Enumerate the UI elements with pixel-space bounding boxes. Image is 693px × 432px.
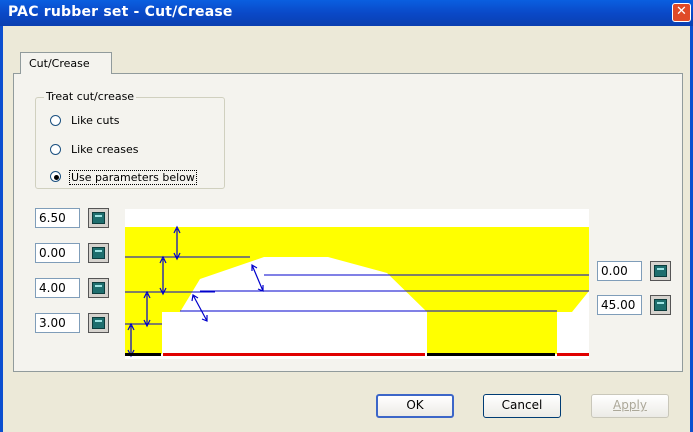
window-title: PAC rubber set - Cut/Crease — [8, 4, 233, 20]
rubber-profile-diagram — [125, 209, 589, 359]
radio-label: Use parameters below — [69, 170, 197, 185]
calculator-icon[interactable] — [88, 313, 109, 333]
radio-icon — [50, 171, 61, 182]
base-markers — [125, 353, 589, 356]
title-bar: PAC rubber set - Cut/Crease ✕ — [0, 0, 693, 26]
tab-label: Cut/Crease — [29, 57, 90, 70]
radio-label: Like cuts — [71, 114, 120, 127]
calculator-icon[interactable] — [650, 261, 671, 281]
calculator-icon[interactable] — [88, 278, 109, 298]
mid-height-field[interactable]: 4.00 — [35, 278, 80, 298]
offset-field[interactable]: 0.00 — [597, 261, 642, 281]
step-height-field[interactable]: 0.00 — [35, 243, 80, 263]
base-height-field[interactable]: 3.00 — [35, 313, 80, 333]
calculator-icon[interactable] — [88, 243, 109, 263]
radio-label: Like creases — [71, 143, 139, 156]
window-border-left — [0, 26, 3, 432]
calculator-icon[interactable] — [88, 208, 109, 228]
angle-field[interactable]: 45.00 — [597, 295, 642, 315]
calculator-icon[interactable] — [650, 295, 671, 315]
radio-icon — [50, 115, 61, 126]
cancel-button[interactable]: Cancel — [483, 394, 561, 418]
ok-button[interactable]: OK — [376, 394, 454, 418]
treat-cut-crease-group: Treat cut/crease Like cuts Like creases … — [35, 90, 225, 189]
group-label: Treat cut/crease — [44, 90, 137, 103]
radio-icon — [50, 144, 61, 155]
tab-cut-crease[interactable]: Cut/Crease — [20, 52, 112, 74]
top-height-field[interactable]: 6.50 — [35, 208, 80, 228]
close-icon[interactable]: ✕ — [672, 3, 691, 22]
apply-button: Apply — [591, 394, 669, 418]
